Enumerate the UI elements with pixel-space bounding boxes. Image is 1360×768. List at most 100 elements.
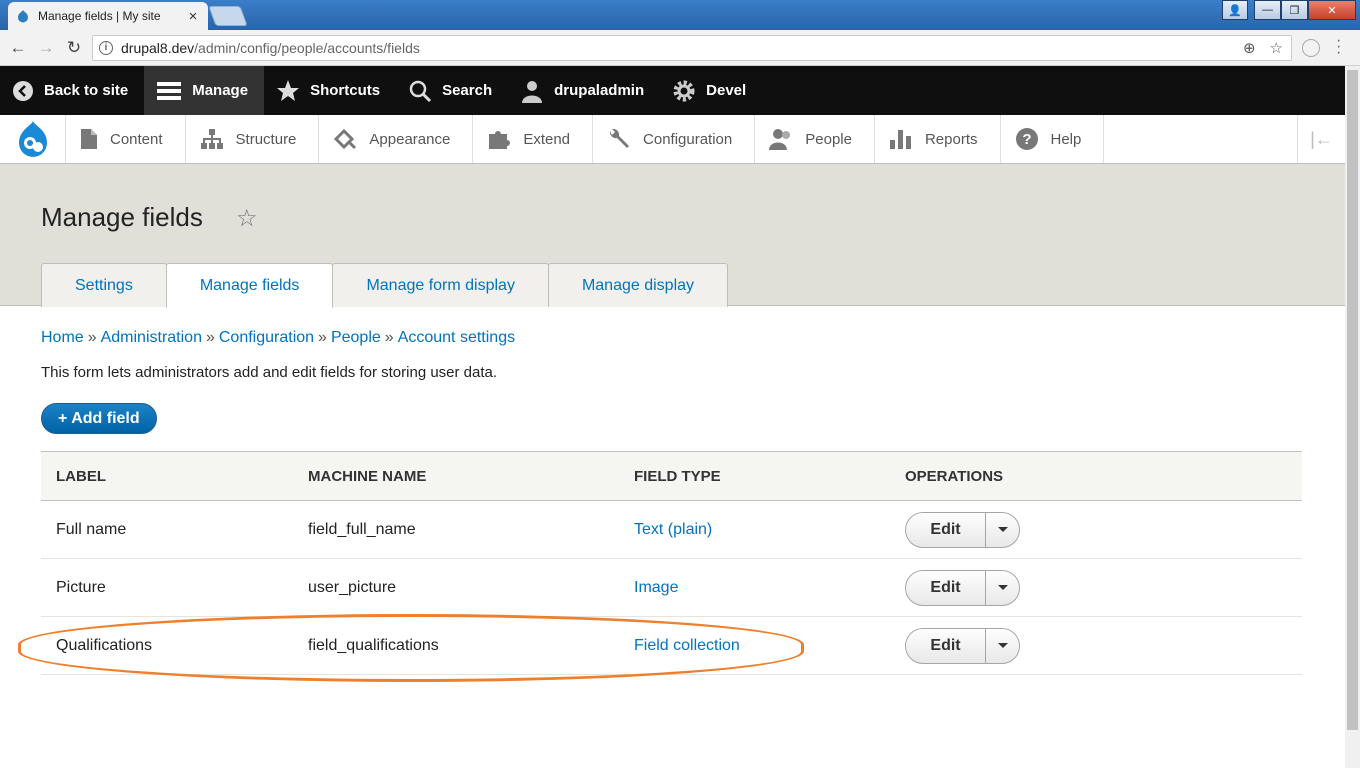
table-header: LABEL MACHINE NAME FIELD TYPE OPERATIONS xyxy=(41,451,1302,501)
tray-item-label: Reports xyxy=(924,130,978,148)
bookmark-star-icon[interactable]: ☆ xyxy=(1270,39,1283,57)
collapse-tray-icon[interactable]: |← xyxy=(1297,115,1345,163)
operations-dropbutton: Edit xyxy=(905,569,1020,606)
browser-tabstrip: Manage fields | My site × 👤 — ❐ ✕ xyxy=(0,0,1360,30)
page-scrollbar[interactable] xyxy=(1345,66,1360,768)
column-header-operations: OPERATIONS xyxy=(905,467,1004,485)
back-to-site-link[interactable]: Back to site xyxy=(0,66,144,115)
tray-item-appearance[interactable]: Appearance xyxy=(319,115,474,163)
reload-icon[interactable]: ↻ xyxy=(63,37,85,59)
breadcrumb-configuration[interactable]: Configuration xyxy=(219,329,314,346)
caret-down-icon xyxy=(997,642,1008,648)
column-header-label: LABEL xyxy=(56,467,106,485)
hamburger-icon xyxy=(157,81,182,100)
scrollbar-thumb[interactable] xyxy=(1347,70,1358,730)
page-title: Manage fields xyxy=(41,202,203,232)
breadcrumb-home[interactable]: Home xyxy=(41,329,84,346)
tray-item-label: Structure xyxy=(235,130,297,148)
search-icon xyxy=(409,80,432,102)
edit-button[interactable]: Edit xyxy=(906,628,986,663)
user-icon[interactable]: 👤 xyxy=(1222,0,1248,20)
admin-tray: Content Structure Appearance Extend Conf… xyxy=(0,115,1345,164)
table-row: Qualifications field_qualifications Fiel… xyxy=(41,617,1302,675)
shortcuts-link[interactable]: Shortcuts xyxy=(264,66,396,115)
document-icon xyxy=(81,129,97,149)
admin-item-label: Search xyxy=(442,82,493,99)
fields-table: LABEL MACHINE NAME FIELD TYPE OPERATIONS… xyxy=(41,451,1302,675)
browser-menu-icon[interactable]: · · · xyxy=(1336,33,1341,61)
back-arrow-icon[interactable]: ← xyxy=(7,37,29,59)
wrench-icon xyxy=(609,128,630,148)
gear-icon xyxy=(673,80,695,101)
tab-manage-form-display[interactable]: Manage form display xyxy=(332,263,549,307)
admin-toolbar: Back to site Manage Shortcuts Search dru… xyxy=(0,66,1345,115)
drupal-favicon-icon xyxy=(18,10,28,23)
field-machine-name: field_qualifications xyxy=(308,636,439,654)
search-link[interactable]: Search xyxy=(396,66,508,115)
extension-icon[interactable] xyxy=(1302,39,1320,57)
shortcut-star-icon[interactable]: ☆ xyxy=(236,204,258,233)
tray-item-label: Appearance xyxy=(369,130,451,148)
user-link[interactable]: drupaladmin xyxy=(508,66,660,115)
tray-item-extend[interactable]: Extend xyxy=(473,115,594,163)
zoom-icon[interactable]: ⊕ xyxy=(1243,39,1256,57)
caret-down-icon xyxy=(997,526,1008,532)
forward-arrow-icon[interactable]: → xyxy=(35,37,57,59)
tray-item-label: People xyxy=(805,130,852,148)
page-description: This form lets administrators add and ed… xyxy=(41,364,498,381)
add-field-button[interactable]: + Add field xyxy=(41,403,157,434)
admin-item-label: Shortcuts xyxy=(310,82,381,99)
breadcrumb-account-settings[interactable]: Account settings xyxy=(398,329,515,346)
close-icon[interactable]: × xyxy=(186,8,200,25)
tray-item-people[interactable]: People xyxy=(755,115,875,163)
window-close-button[interactable]: ✕ xyxy=(1308,0,1356,20)
minimize-button[interactable]: — xyxy=(1254,0,1281,20)
tray-item-structure[interactable]: Structure xyxy=(186,115,320,163)
field-label: Picture xyxy=(56,578,106,596)
new-tab-button[interactable] xyxy=(208,6,248,26)
bar-chart-icon xyxy=(889,130,911,149)
browser-toolbar: ← → ↻ i drupal8.dev/admin/config/people/… xyxy=(0,30,1360,66)
admin-item-label: Manage xyxy=(192,82,249,99)
dropdown-toggle[interactable] xyxy=(986,629,1019,663)
tray-item-reports[interactable]: Reports xyxy=(875,115,1001,163)
field-type-link[interactable]: Text (plain) xyxy=(619,521,890,539)
field-type-link[interactable]: Field collection xyxy=(619,637,890,655)
browser-tab[interactable]: Manage fields | My site × xyxy=(8,2,208,30)
user-icon xyxy=(522,80,543,103)
operations-cell: Edit xyxy=(890,511,1020,548)
field-label: Full name xyxy=(56,520,127,538)
tab-manage-fields[interactable]: Manage fields xyxy=(165,263,334,308)
tray-item-label: Configuration xyxy=(643,130,733,148)
tray-item-help[interactable]: ? Help xyxy=(1001,115,1105,163)
tab-settings[interactable]: Settings xyxy=(41,263,167,307)
tray-item-configuration[interactable]: Configuration xyxy=(593,115,756,163)
drupal-logo-icon[interactable] xyxy=(0,115,66,163)
dropdown-toggle[interactable] xyxy=(986,513,1019,547)
address-bar[interactable]: i drupal8.dev/admin/config/people/accoun… xyxy=(92,35,1292,61)
devel-link[interactable]: Devel xyxy=(660,66,762,115)
column-header-field-type: FIELD TYPE xyxy=(634,467,721,485)
field-machine-name: field_full_name xyxy=(308,520,416,538)
primary-tabs: Settings Manage fields Manage form displ… xyxy=(41,263,729,308)
page-header: Manage fields ☆ Settings Manage fields M… xyxy=(0,164,1345,308)
breadcrumb-separator: » xyxy=(205,329,215,346)
url-host: drupal8.dev xyxy=(121,40,195,56)
field-type-link[interactable]: Image xyxy=(619,579,890,597)
tray-item-content[interactable]: Content xyxy=(66,115,186,163)
maximize-button[interactable]: ❐ xyxy=(1281,0,1308,20)
field-label: Qualifications xyxy=(56,636,153,654)
manage-link[interactable]: Manage xyxy=(144,66,265,115)
tray-item-label: Help xyxy=(1050,130,1082,148)
column-header-machine-name: MACHINE NAME xyxy=(308,467,427,485)
breadcrumb-administration[interactable]: Administration xyxy=(101,329,202,346)
info-icon[interactable]: i xyxy=(99,41,113,55)
admin-item-label: Back to site xyxy=(44,82,129,99)
breadcrumb-people[interactable]: People xyxy=(331,329,381,346)
edit-button[interactable]: Edit xyxy=(906,570,986,605)
operations-cell: Edit xyxy=(890,569,1020,606)
edit-button[interactable]: Edit xyxy=(906,512,986,547)
tab-manage-display[interactable]: Manage display xyxy=(547,263,729,307)
dropdown-toggle[interactable] xyxy=(986,571,1019,605)
breadcrumb-separator: » xyxy=(318,329,327,346)
